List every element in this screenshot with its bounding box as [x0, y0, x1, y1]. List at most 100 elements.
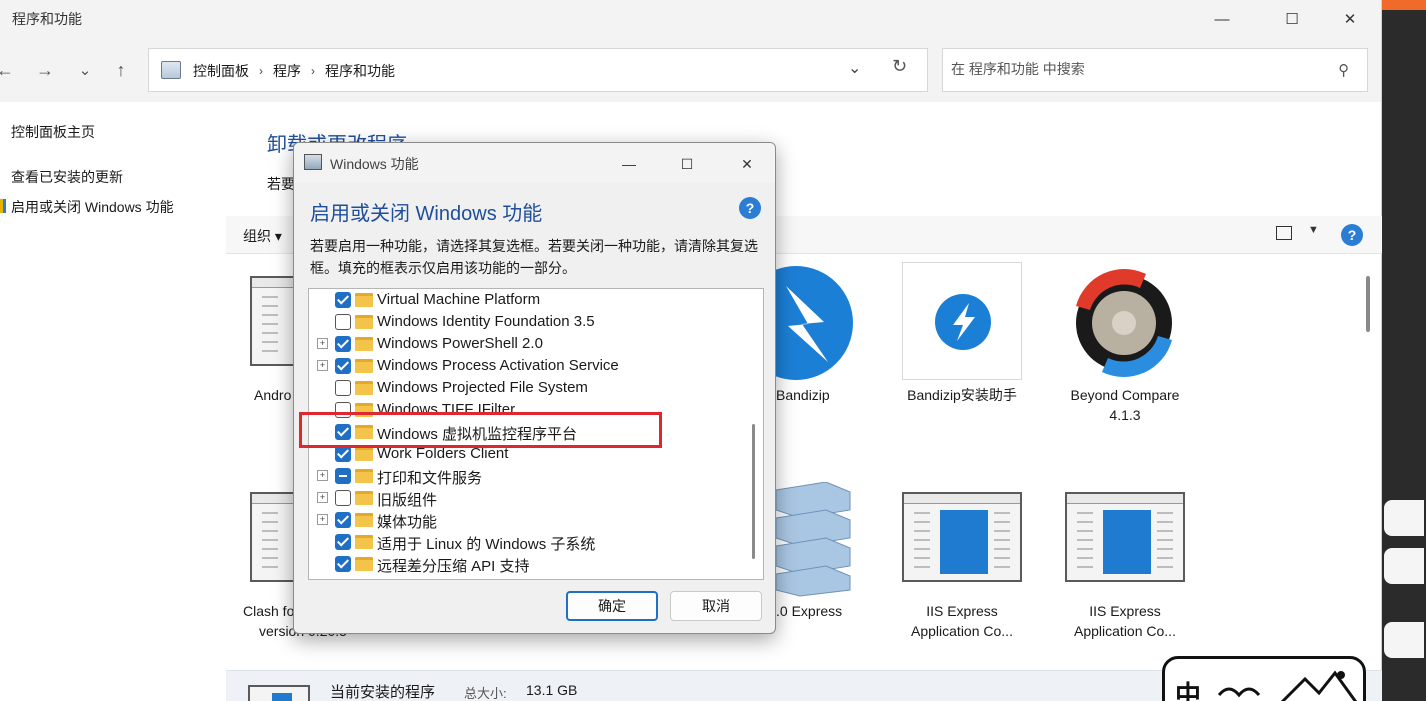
feature-label: Virtual Machine Platform	[377, 291, 541, 308]
folder-icon	[355, 315, 373, 329]
side-widget[interactable]	[1384, 622, 1424, 658]
refresh-icon[interactable]: ↻	[892, 56, 907, 77]
windows-features-dialog: Windows 功能 — ☐ ✕ 启用或关闭 Windows 功能 ? 若要启用…	[293, 142, 776, 634]
feature-checkbox[interactable]	[335, 512, 351, 528]
app-tile-iis-express-1[interactable]: IIS Express Application Co...	[872, 601, 1052, 641]
feature-row[interactable]: + Windows PowerShell 2.0	[309, 333, 749, 355]
feature-checkbox[interactable]	[335, 380, 351, 396]
installed-updates-link[interactable]: 查看已安装的更新	[11, 167, 123, 187]
app-tile-iis-express-2[interactable]: IIS Express Application Co...	[1035, 601, 1215, 641]
iis-express-app-icon[interactable]	[1065, 492, 1185, 582]
feature-row[interactable]: 适用于 Linux 的 Windows 子系统	[309, 531, 749, 553]
current-programs-label: 当前安装的程序	[330, 684, 436, 701]
feature-label: Windows Identity Foundation 3.5	[377, 313, 595, 330]
app-label: Beyond Compare	[1070, 387, 1180, 403]
iis-express-app-icon[interactable]	[902, 492, 1022, 582]
chevron-right-icon[interactable]: ›	[311, 64, 315, 78]
expand-icon[interactable]: +	[317, 492, 328, 503]
feature-row[interactable]: + 媒体功能	[309, 509, 749, 531]
feature-checkbox[interactable]	[335, 336, 351, 352]
feature-row[interactable]: Virtual Machine Platform	[309, 289, 749, 311]
feature-checkbox[interactable]	[335, 446, 351, 462]
windows-features-link[interactable]: 启用或关闭 Windows 功能	[11, 197, 174, 217]
feature-row[interactable]: 远程差分压缩 API 支持	[309, 553, 749, 575]
app-tile-bandizip[interactable]: Bandizip	[776, 385, 836, 405]
app-tile-bandizip-helper[interactable]: Bandizip安装助手	[872, 385, 1052, 405]
feature-checkbox[interactable]	[335, 358, 351, 374]
watermark-text: 中	[1175, 681, 1202, 701]
control-panel-icon	[161, 61, 181, 79]
crumb-programs[interactable]: 程序	[273, 61, 301, 81]
search-icon[interactable]: ⚲	[1338, 61, 1349, 79]
app-tile-express[interactable]: .0 Express	[776, 601, 856, 621]
tree-scrollbar[interactable]	[752, 424, 755, 559]
crumb-control-panel[interactable]: 控制面板	[193, 61, 249, 81]
feature-row[interactable]: Windows Projected File System	[309, 377, 749, 399]
feature-row[interactable]: Windows Identity Foundation 3.5	[309, 311, 749, 333]
folder-icon	[355, 513, 373, 527]
bandizip-helper-icon[interactable]	[902, 262, 1022, 380]
forward-button[interactable]: →	[32, 57, 58, 83]
cancel-button[interactable]: 取消	[670, 591, 762, 621]
dialog-minimize-button[interactable]: —	[614, 153, 644, 175]
feature-label: Windows Process Activation Service	[377, 357, 619, 374]
feature-checkbox[interactable]	[335, 314, 351, 330]
feature-checkbox[interactable]	[335, 534, 351, 550]
app-label: IIS Express	[926, 603, 998, 619]
search-box[interactable]: ⚲	[942, 48, 1368, 92]
close-button[interactable]: ✕	[1330, 6, 1370, 32]
feature-label: 媒体功能	[377, 514, 438, 531]
app-label: .0 Express	[776, 603, 843, 619]
address-bar[interactable]: 控制面板 › 程序 › 程序和功能	[148, 48, 928, 92]
windows-features-icon	[304, 154, 322, 170]
organize-button[interactable]: 组织 ▾	[243, 226, 282, 246]
beyond-compare-icon[interactable]	[1066, 266, 1182, 380]
expand-icon[interactable]: +	[317, 470, 328, 481]
side-widget[interactable]	[1384, 500, 1424, 536]
help-icon[interactable]: ?	[739, 197, 761, 219]
crumb-programs-features[interactable]: 程序和功能	[325, 61, 395, 81]
feature-row[interactable]: + 打印和文件服务	[309, 465, 749, 487]
feature-row[interactable]: + 旧版组件	[309, 487, 749, 509]
bandizip-icon[interactable]	[776, 266, 854, 380]
dialog-close-button[interactable]: ✕	[732, 153, 762, 175]
expand-icon[interactable]: +	[317, 360, 328, 371]
maximize-button[interactable]: ☐	[1272, 6, 1312, 32]
chevron-right-icon[interactable]: ›	[259, 64, 263, 78]
feature-label: 打印和文件服务	[377, 470, 483, 487]
up-button[interactable]: ↑	[108, 57, 134, 83]
recent-locations-button[interactable]: ⌄	[72, 57, 98, 83]
iis-express-stack-icon[interactable]	[776, 482, 856, 598]
feature-checkbox[interactable]	[335, 468, 351, 484]
help-icon[interactable]: ?	[1341, 224, 1363, 246]
expand-icon[interactable]: +	[317, 338, 328, 349]
feature-label: 旧版组件	[377, 492, 438, 509]
side-widget[interactable]	[1384, 548, 1424, 584]
feature-checkbox[interactable]	[335, 292, 351, 308]
title-bar: 程序和功能 — ☐ ✕	[0, 0, 1381, 38]
app-tile-beyond-compare[interactable]: Beyond Compare 4.1.3	[1035, 385, 1215, 425]
expand-icon[interactable]: +	[317, 514, 328, 525]
feature-checkbox[interactable]	[335, 490, 351, 506]
feature-label: Windows PowerShell 2.0	[377, 335, 543, 352]
search-input[interactable]	[951, 61, 1321, 77]
feature-row[interactable]: + Windows Process Activation Service	[309, 355, 749, 377]
view-icon[interactable]	[1276, 226, 1292, 240]
dialog-maximize-button[interactable]: ☐	[672, 153, 702, 175]
dialog-description: 若要启用一种功能，请选择其复选框。若要关闭一种功能，请清除其复选框。填充的框表示…	[310, 238, 758, 276]
vertical-scrollbar[interactable]	[1366, 276, 1370, 332]
total-size-value: 13.1 GB	[526, 682, 578, 698]
ok-button[interactable]: 确定	[566, 591, 658, 621]
app-label: Bandizip	[776, 387, 830, 403]
desktop-edge	[1382, 0, 1426, 701]
feature-label: 适用于 Linux 的 Windows 子系统	[377, 536, 596, 553]
address-dropdown-icon[interactable]: ⌄	[848, 58, 861, 78]
back-button[interactable]: ←	[0, 57, 18, 83]
shield-icon	[0, 199, 6, 213]
window-title: 程序和功能	[12, 11, 82, 27]
minimize-button[interactable]: —	[1202, 6, 1242, 32]
view-dropdown-icon[interactable]: ▼	[1308, 224, 1319, 236]
feature-checkbox[interactable]	[335, 556, 351, 572]
dialog-title-bar: Windows 功能 — ☐ ✕	[294, 143, 775, 183]
control-panel-home-link[interactable]: 控制面板主页	[11, 122, 95, 142]
